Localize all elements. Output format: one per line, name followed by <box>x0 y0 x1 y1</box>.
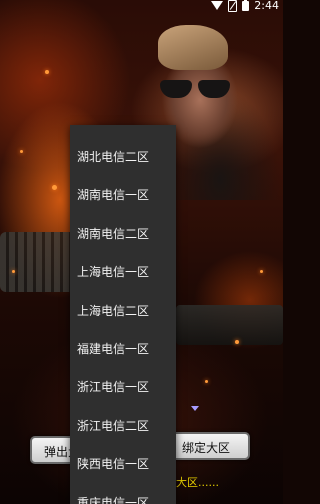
dropdown-item[interactable]: 浙江电信一区 <box>70 368 176 406</box>
spark <box>20 150 23 153</box>
sunglasses-art <box>160 80 234 100</box>
region-status-text: 大区...... <box>176 476 219 489</box>
status-bar: 2:44 <box>0 0 283 14</box>
weapon-art-left <box>0 232 75 292</box>
bind-button-label: 绑定大区 <box>182 441 231 455</box>
dropdown-item[interactable]: 福建电信一区 <box>70 330 176 368</box>
spark <box>205 380 208 383</box>
spark <box>235 340 239 344</box>
region-dropdown-list[interactable]: 湖北电信二区 湖南电信一区 湖南电信二区 上海电信一区 上海电信二区 福建电信一… <box>70 125 176 504</box>
dropdown-item[interactable]: 重庆电信一区 <box>70 484 176 504</box>
dropdown-item[interactable]: 湖南电信二区 <box>70 215 176 253</box>
dropdown-arrow-icon <box>191 406 199 411</box>
dropdown-item[interactable]: 上海电信二区 <box>70 292 176 330</box>
weapon-art-right <box>176 305 283 345</box>
character-hair <box>158 25 228 70</box>
spark <box>45 70 49 74</box>
bind-region-button[interactable]: 绑定大区 <box>168 432 250 460</box>
dropdown-item[interactable]: 湖北电信二区 <box>70 138 176 176</box>
status-time: 2:44 <box>254 0 279 12</box>
wifi-icon <box>211 1 224 10</box>
spark <box>52 185 57 190</box>
spark <box>260 270 263 273</box>
dropdown-item[interactable]: 湖南电信一区 <box>70 176 176 214</box>
dropdown-item[interactable]: 浙江电信二区 <box>70 407 176 445</box>
spark <box>12 270 15 273</box>
dropdown-item[interactable]: 陕西电信一区 <box>70 445 176 483</box>
dropdown-item[interactable]: 上海电信一区 <box>70 253 176 291</box>
no-sim-icon <box>228 0 238 12</box>
battery-icon <box>242 0 250 11</box>
